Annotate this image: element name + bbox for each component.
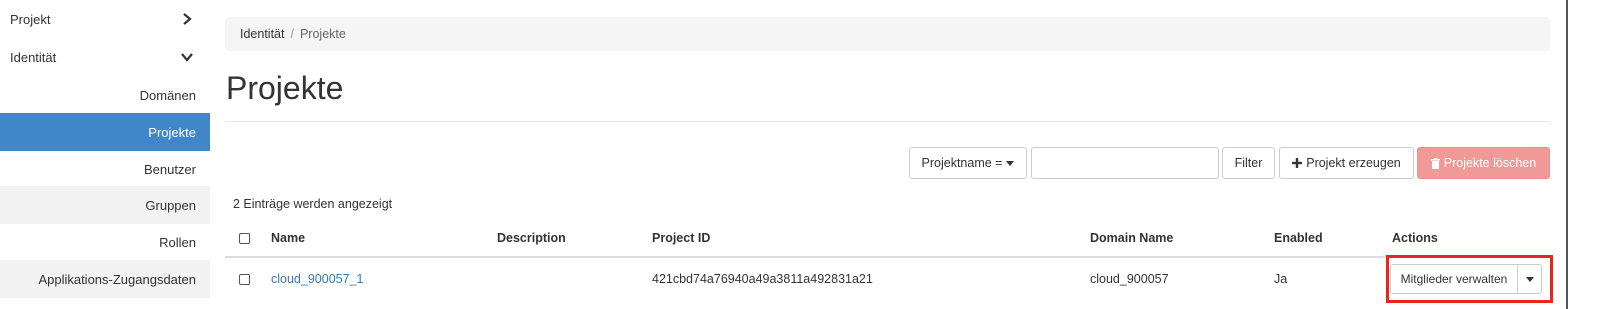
sidebar-item-label: Rollen xyxy=(159,234,196,250)
trash-icon xyxy=(1430,157,1440,169)
column-header-domain-name[interactable]: Domain Name xyxy=(1090,231,1173,245)
column-header-project-id[interactable]: Project ID xyxy=(652,231,710,245)
sidebar-item-domaenen[interactable]: Domänen xyxy=(0,76,210,114)
chevron-down-icon xyxy=(181,53,193,62)
table-count: 2 Einträge werden angezeigt xyxy=(233,197,393,211)
highlight-annotation xyxy=(1386,255,1553,303)
filter-input[interactable] xyxy=(1031,147,1219,179)
select-all-checkbox[interactable] xyxy=(239,233,250,244)
plus-icon xyxy=(1292,158,1303,168)
sidebar: Projekt Identität Domänen Projekte Benut… xyxy=(0,0,210,309)
create-project-label: Projekt erzeugen xyxy=(1306,156,1401,170)
nav-projekt-label: Projekt xyxy=(10,11,51,27)
filter-field-select[interactable]: Projektname = xyxy=(909,147,1027,179)
column-header-description[interactable]: Description xyxy=(497,231,566,245)
window-edge xyxy=(1566,0,1568,309)
page-title: Projekte xyxy=(226,70,344,106)
project-name-link[interactable]: cloud_900057_1 xyxy=(271,272,363,286)
nav-projekt[interactable]: Projekt xyxy=(0,0,210,38)
column-header-enabled[interactable]: Enabled xyxy=(1274,231,1323,245)
breadcrumb-root[interactable]: Identität xyxy=(240,27,284,41)
sidebar-item-label: Benutzer xyxy=(143,161,196,177)
nav-identitaet-label: Identität xyxy=(10,49,57,65)
chevron-right-icon xyxy=(183,13,192,25)
caret-down-icon xyxy=(1006,160,1015,166)
filter-button-label: Filter xyxy=(1234,156,1263,170)
sidebar-item-benutzer[interactable]: Benutzer xyxy=(0,150,210,188)
sidebar-item-gruppen[interactable]: Gruppen xyxy=(0,186,210,224)
sidebar-item-label: Projekte xyxy=(148,124,196,140)
table-header-divider xyxy=(225,256,1550,258)
enabled-value: Ja xyxy=(1274,272,1288,286)
delete-projects-button[interactable]: Projekte löschen xyxy=(1417,147,1550,179)
sidebar-item-label: Applikations-Zugangsdaten xyxy=(38,271,196,287)
sidebar-item-applikations-zugangsdaten[interactable]: Applikations-Zugangsdaten xyxy=(0,260,210,298)
breadcrumb-separator: / xyxy=(290,27,294,41)
title-divider xyxy=(225,121,1550,122)
sidebar-item-label: Gruppen xyxy=(145,197,196,213)
filter-button[interactable]: Filter xyxy=(1222,147,1275,179)
create-project-button[interactable]: Projekt erzeugen xyxy=(1279,147,1414,179)
column-header-actions: Actions xyxy=(1392,231,1438,245)
breadcrumb-current: Projekte xyxy=(299,27,346,41)
sidebar-item-projekte[interactable]: Projekte xyxy=(0,113,210,151)
nav-identitaet[interactable]: Identität xyxy=(0,38,210,76)
delete-projects-label: Projekte löschen xyxy=(1443,156,1537,170)
column-header-name[interactable]: Name xyxy=(271,231,305,245)
project-id: 421cbd74a76940a49a3811a492831a21 xyxy=(652,272,873,286)
sidebar-item-rollen[interactable]: Rollen xyxy=(0,223,210,261)
filter-field-label: Projektname = xyxy=(921,156,1003,170)
breadcrumb: Identität / Projekte xyxy=(225,17,1550,51)
domain-name: cloud_900057 xyxy=(1090,272,1169,286)
sidebar-item-label: Domänen xyxy=(139,87,196,103)
row-checkbox[interactable] xyxy=(239,274,250,285)
